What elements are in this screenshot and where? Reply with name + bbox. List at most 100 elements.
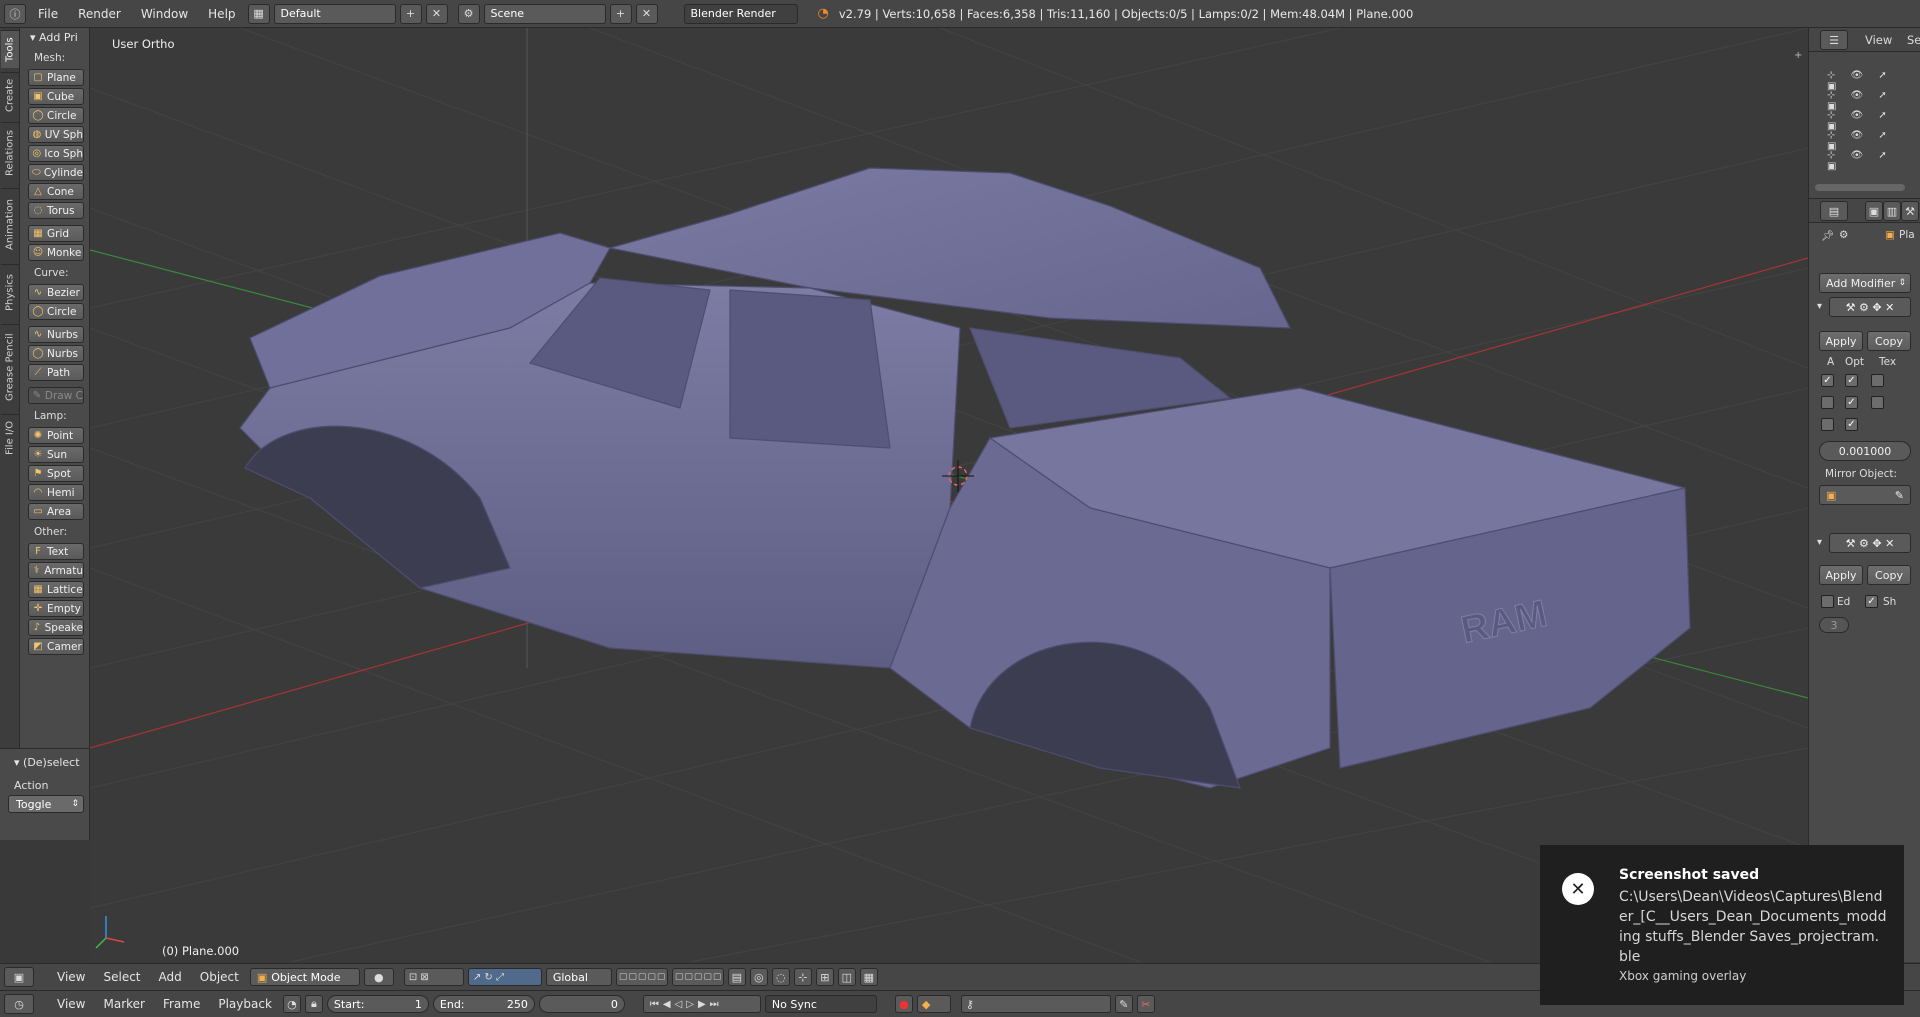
add-mesh-button[interactable]: ▢ Plane xyxy=(28,69,84,86)
add-other-button[interactable]: ✛ Empty xyxy=(28,600,84,617)
playback-controls[interactable]: ⏮◀◁▷▶⏭ xyxy=(642,995,761,1013)
outliner-row[interactable]: ⊹ 👁︎ ➚ ▣ xyxy=(1827,150,1917,172)
add-mesh-button[interactable]: ▣ Cube xyxy=(28,88,84,105)
insert-keyframe-icon[interactable]: ✎ xyxy=(1114,995,1133,1013)
subsurf-modifier-header[interactable]: ⚒ ⚙ ✥ ✕ xyxy=(1829,533,1911,553)
add-mesh-button[interactable]: ◍ UV Sph xyxy=(28,126,84,143)
active-keying-set-field[interactable]: ⚷ xyxy=(960,995,1111,1013)
viewport-shading-icon[interactable]: ● xyxy=(363,968,394,986)
add-mesh-button[interactable]: ▦ Grid xyxy=(28,225,84,242)
tab-animation[interactable]: Animation xyxy=(1,188,19,260)
add-other-button[interactable]: ♪ Speake xyxy=(28,619,84,636)
add-curve-button[interactable]: ⟋ Path xyxy=(28,364,84,381)
action-select[interactable]: Toggle ⇕ xyxy=(8,795,84,813)
copy-button[interactable]: Copy xyxy=(1867,331,1911,351)
mirror-modifier-header[interactable]: ⚒ ⚙ ✥ ✕ xyxy=(1829,297,1911,317)
merge-limit-field[interactable]: 0.001000 xyxy=(1819,441,1911,461)
add-curve-button[interactable]: ∿ Bezier xyxy=(28,284,84,301)
add-scene-icon[interactable]: + xyxy=(609,3,632,24)
screenshot-notification[interactable]: ✕ Screenshot saved C:\Users\Dean\Videos\… xyxy=(1540,845,1904,1005)
layer-buttons-2[interactable]: ▢▢▢▢▢ xyxy=(671,968,724,986)
mirror-object-field[interactable]: ▣ ✎ xyxy=(1819,485,1911,505)
proportional-falloff-icon[interactable]: ◌ xyxy=(771,968,790,986)
interaction-mode-select[interactable]: ▣ Object Mode xyxy=(249,968,360,986)
editor-type-info-icon[interactable]: ⓘ xyxy=(4,3,26,24)
add-lamp-button[interactable]: ▭ Area xyxy=(28,503,84,520)
add-layout-icon[interactable]: + xyxy=(399,3,422,24)
add-mesh-button[interactable]: ☺ Monke xyxy=(28,244,84,261)
outliner[interactable]: ☰ View Se ⊹ 👁︎ ➚ ▣ ⊹ 👁︎ ➚ ▣ ⊹ 👁︎ ➚ ▣ ⊹ 👁︎ ➚… xyxy=(1808,28,1920,198)
menu-marker[interactable]: Marker xyxy=(96,997,151,1011)
menu-add[interactable]: Add xyxy=(152,970,189,984)
end-frame-field[interactable]: End: 250 xyxy=(432,995,535,1013)
render-image-icon[interactable]: ◫ xyxy=(837,968,856,986)
snap-target-icon[interactable]: ⊞ xyxy=(815,968,834,986)
render-tab-icon[interactable]: ▣ xyxy=(1865,201,1883,221)
clipping-checkbox[interactable]: ✓ xyxy=(1845,396,1858,409)
eyedropper-icon[interactable]: ✎ xyxy=(1895,489,1904,502)
tab-file-io[interactable]: File I/O xyxy=(1,414,19,460)
render-anim-icon[interactable]: ▦ xyxy=(859,968,878,986)
apply-button[interactable]: Apply xyxy=(1819,331,1863,351)
add-other-button[interactable]: ◩ Camer xyxy=(28,638,84,655)
add-lamp-button[interactable]: ☀ Sun xyxy=(28,446,84,463)
manipulator-buttons[interactable]: ↗ ↻ ⤢ xyxy=(467,968,542,986)
add-curve-button[interactable]: ◯ Nurbs xyxy=(28,345,84,362)
add-mesh-button[interactable]: ◯ Circle xyxy=(28,107,84,124)
menu-view[interactable]: View xyxy=(50,970,92,984)
record-icon[interactable]: ● xyxy=(894,995,913,1013)
menu-frame[interactable]: Frame xyxy=(156,997,207,1011)
delete-keyframe-icon[interactable]: ✂ xyxy=(1136,995,1155,1013)
menu-render[interactable]: Render xyxy=(70,7,129,21)
sync-mode-select[interactable]: No Sync xyxy=(764,995,877,1013)
texture-v-checkbox[interactable] xyxy=(1871,396,1884,409)
editor-type-properties-icon[interactable]: ▤ xyxy=(1820,201,1848,221)
snap-icon[interactable]: ⊹ xyxy=(793,968,812,986)
lock-icon[interactable]: 🔒︎ xyxy=(304,995,323,1013)
menu-help[interactable]: Help xyxy=(200,7,243,21)
pin-icon[interactable]: 📌︎ xyxy=(1821,229,1834,242)
add-other-button[interactable]: ⚕ Armatu xyxy=(28,562,84,579)
preview-range-icon[interactable]: ◔ xyxy=(282,995,301,1013)
menu-window[interactable]: Window xyxy=(133,7,196,21)
add-curve-button[interactable]: ◯ Circle xyxy=(28,303,84,320)
menu-file[interactable]: File xyxy=(30,7,66,21)
modifier-tab-icon[interactable]: ⚒ xyxy=(1901,201,1919,221)
outliner-view-menu[interactable]: View xyxy=(1865,33,1892,47)
copy-button-2[interactable]: Copy xyxy=(1867,565,1911,585)
add-other-button[interactable]: ▦ Lattice xyxy=(28,581,84,598)
tab-relations[interactable]: Relations xyxy=(1,122,19,184)
remove-layout-icon[interactable]: ✕ xyxy=(425,3,448,24)
proportional-edit-icon[interactable]: ◎ xyxy=(749,968,768,986)
screen-layout-icon[interactable]: ▦ xyxy=(247,3,270,24)
remove-scene-icon[interactable]: ✕ xyxy=(635,3,658,24)
lock-layers-icon[interactable]: ▤ xyxy=(727,968,746,986)
3d-viewport[interactable]: RAM User Ortho (0) Plane.000 + xyxy=(90,28,1808,962)
pivot-snap-buttons[interactable]: ⊡ ⊠ xyxy=(403,968,464,986)
menu-select[interactable]: Select xyxy=(96,970,147,984)
current-frame-field[interactable]: 0 xyxy=(538,995,625,1013)
scene-icon[interactable]: ⚙ xyxy=(457,3,480,24)
collapse-arrow-icon[interactable]: ▾ xyxy=(1817,301,1822,312)
tab-create[interactable]: Create xyxy=(1,72,19,118)
menu-object[interactable]: Object xyxy=(193,970,246,984)
add-lamp-button[interactable]: ◠ Hemi xyxy=(28,484,84,501)
add-mesh-button[interactable]: ◎ Ico Sph xyxy=(28,145,84,162)
menu-view-timeline[interactable]: View xyxy=(50,997,92,1011)
outliner-row[interactable]: ⊹ 👁︎ ➚ ▣ xyxy=(1827,70,1917,92)
outliner-row[interactable]: ⊹ 👁︎ ➚ ▣ xyxy=(1827,110,1917,132)
merge-checkbox[interactable]: ✓ xyxy=(1845,374,1858,387)
start-frame-field[interactable]: Start: 1 xyxy=(326,995,429,1013)
add-modifier-button[interactable]: Add Modifier ⇕ xyxy=(1819,273,1911,293)
menu-playback[interactable]: Playback xyxy=(211,997,279,1011)
add-mesh-button[interactable]: △ Cone xyxy=(28,183,84,200)
add-lamp-button[interactable]: ⚑ Spot xyxy=(28,465,84,482)
axis-y-checkbox[interactable] xyxy=(1821,396,1834,409)
tab-grease-pencil[interactable]: Grease Pencil xyxy=(1,324,19,410)
region-toggle-icon[interactable]: + xyxy=(1794,50,1802,61)
editor-type-3d-view-icon[interactable]: ▣ xyxy=(4,967,34,987)
layer-buttons-1[interactable]: ▢▢▢▢▢ xyxy=(615,968,668,986)
deselect-panel-header[interactable]: ▾ (De)select xyxy=(0,753,89,771)
add-mesh-button[interactable]: ◌ Torus xyxy=(28,202,84,219)
editor-type-outliner-icon[interactable]: ☰ xyxy=(1820,30,1848,50)
